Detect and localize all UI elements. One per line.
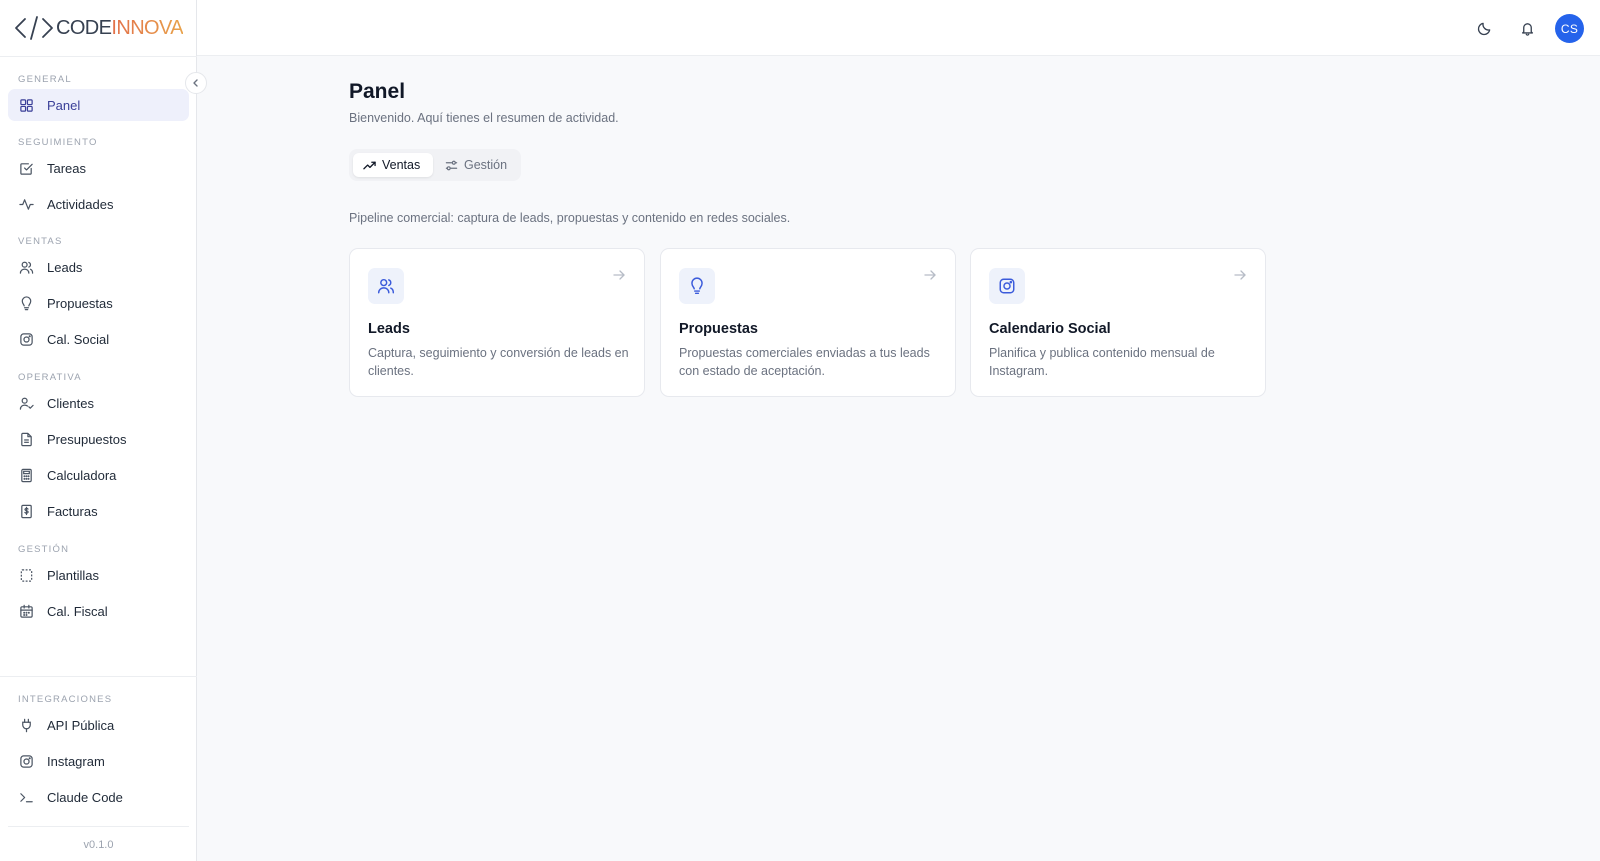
sidebar-item-label: Clientes <box>47 395 94 411</box>
tab-ventas[interactable]: Ventas <box>353 153 433 177</box>
card-title: Propuestas <box>679 321 758 337</box>
moon-icon <box>1477 22 1490 35</box>
sidebar-item-cal-fiscal[interactable]: Cal. Fiscal <box>8 595 189 627</box>
brand-logo[interactable]: CODEINNOVA <box>14 14 184 42</box>
tab-label: Gestión <box>464 158 508 172</box>
users-icon <box>368 268 404 304</box>
sidebar-item-clientes[interactable]: Clientes <box>8 387 189 419</box>
sidebar-item-label: Cal. Social <box>47 331 110 347</box>
user-avatar[interactable]: CS <box>1555 14 1584 43</box>
sidebar-item-claude-code[interactable]: Claude Code <box>8 781 189 813</box>
collapse-sidebar-button[interactable] <box>185 72 207 94</box>
sidebar-item-panel[interactable]: Panel <box>8 89 189 121</box>
users-icon <box>18 259 34 275</box>
theme-toggle-button[interactable] <box>1474 18 1494 38</box>
sidebar-item-plantillas[interactable]: Plantillas <box>8 559 189 591</box>
app-root: CODEINNOVA GENERAL Panel SEGUIMIENTO Tar… <box>0 0 1600 861</box>
sidebar-item-label: API Pública <box>47 717 115 733</box>
app-version: v0.1.0 <box>83 839 114 851</box>
calculator-icon <box>18 467 34 483</box>
check-square-icon <box>18 160 34 176</box>
card-description: Captura, seguimiento y conversión de lea… <box>368 346 629 378</box>
card-description: Propuestas comerciales enviadas a tus le… <box>679 346 930 378</box>
card-propuestas[interactable]: Propuestas Propuestas comerciales enviad… <box>660 248 956 397</box>
section-operativa: OPERATIVA <box>18 372 82 383</box>
sidebar-item-calculadora[interactable]: Calculadora <box>8 459 189 491</box>
chevron-left-icon <box>193 79 198 87</box>
arrow-right-icon <box>924 270 936 280</box>
sidebar-item-label: Presupuestos <box>47 431 127 447</box>
plug-icon <box>18 717 34 733</box>
terminal-icon <box>18 789 34 805</box>
sidebar-item-label: Propuestas <box>47 295 113 311</box>
sidebar-item-label: Facturas <box>47 503 98 519</box>
divider <box>0 56 197 57</box>
sidebar-item-cal-social[interactable]: Cal. Social <box>8 323 189 355</box>
lightbulb-icon <box>18 295 34 311</box>
sidebar: CODEINNOVA GENERAL Panel SEGUIMIENTO Tar… <box>0 0 197 861</box>
page-title: Panel <box>349 80 406 103</box>
activity-icon <box>18 196 34 212</box>
card-calendario-social[interactable]: Calendario Social Planifica y publica co… <box>970 248 1266 397</box>
section-gestion: GESTIÓN <box>18 544 70 555</box>
pipeline-description: Pipeline comercial: captura de leads, pr… <box>349 211 791 225</box>
notifications-button[interactable] <box>1517 18 1537 38</box>
instagram-icon <box>989 268 1025 304</box>
sidebar-item-label: Instagram <box>47 753 105 769</box>
sidebar-item-instagram[interactable]: Instagram <box>8 745 189 777</box>
sidebar-item-leads[interactable]: Leads <box>8 251 189 283</box>
instagram-icon <box>18 753 34 769</box>
view-tabs: Ventas Gestión <box>349 149 521 181</box>
instagram-icon <box>18 331 34 347</box>
sidebar-item-actividades[interactable]: Actividades <box>8 188 189 220</box>
calendar-icon <box>18 603 34 619</box>
section-integraciones: INTEGRACIONES <box>18 694 113 705</box>
sidebar-item-facturas[interactable]: Facturas <box>8 495 189 527</box>
user-check-icon <box>18 395 34 411</box>
sidebar-item-presupuestos[interactable]: Presupuestos <box>8 423 189 455</box>
sliders-icon <box>445 160 458 170</box>
page-subtitle: Bienvenido. Aquí tienes el resumen de ac… <box>349 111 619 125</box>
arrow-right-icon <box>613 270 625 280</box>
card-description: Planifica y publica contenido mensual de… <box>989 346 1215 378</box>
sidebar-item-propuestas[interactable]: Propuestas <box>8 287 189 319</box>
section-ventas: VENTAS <box>18 236 63 247</box>
card-leads[interactable]: Leads Captura, seguimiento y conversión … <box>349 248 645 397</box>
top-bar <box>197 0 1600 56</box>
lightbulb-icon <box>679 268 715 304</box>
file-icon <box>18 431 34 447</box>
card-title: Calendario Social <box>989 321 1111 337</box>
sidebar-item-label: Panel <box>47 97 81 113</box>
bell-icon <box>1521 22 1533 36</box>
arrow-right-icon <box>1234 270 1246 280</box>
sidebar-item-label: Claude Code <box>47 789 123 805</box>
receipt-icon <box>18 503 34 519</box>
tab-label: Ventas <box>382 158 421 172</box>
trending-up-icon <box>363 161 376 169</box>
divider <box>0 676 197 677</box>
sidebar-item-label: Leads <box>47 259 83 275</box>
sidebar-item-label: Cal. Fiscal <box>47 603 108 619</box>
sidebar-item-label: Plantillas <box>47 567 100 583</box>
tab-gestion[interactable]: Gestión <box>435 153 517 177</box>
brand-name: CODEINNOVA <box>56 16 184 39</box>
section-general: GENERAL <box>18 74 72 85</box>
sidebar-item-tareas[interactable]: Tareas <box>8 152 189 184</box>
sidebar-item-api-publica[interactable]: API Pública <box>8 709 189 741</box>
template-icon <box>18 567 34 583</box>
sidebar-item-label: Actividades <box>47 196 114 212</box>
sidebar-item-label: Calculadora <box>47 467 117 483</box>
code-brackets-icon <box>15 16 53 40</box>
section-seguimiento: SEGUIMIENTO <box>18 137 98 148</box>
card-title: Leads <box>368 321 410 337</box>
grid-icon <box>18 97 34 113</box>
sidebar-item-label: Tareas <box>47 160 87 176</box>
divider <box>8 826 189 827</box>
